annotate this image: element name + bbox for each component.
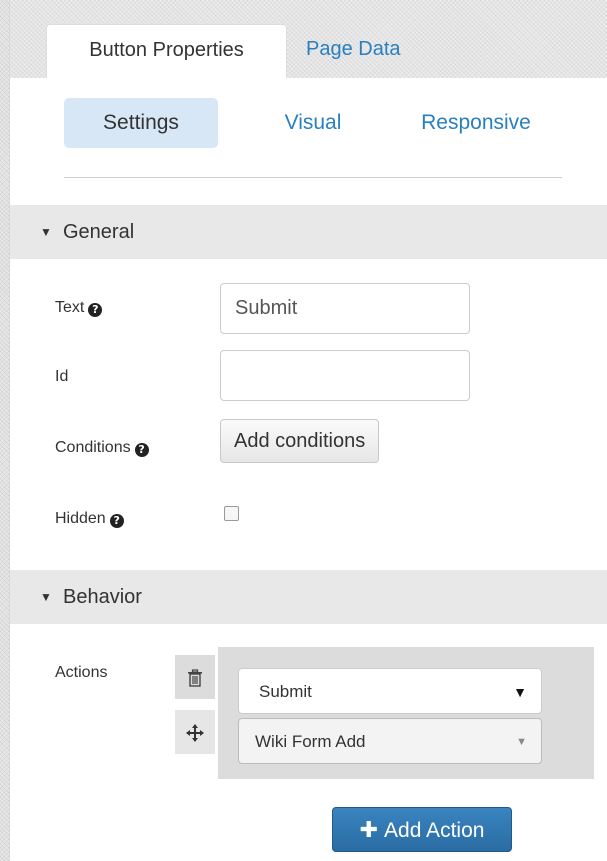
add-action-button[interactable]: ✚ Add Action	[332, 807, 512, 852]
conditions-label: Conditions	[55, 439, 131, 456]
subtab-divider	[64, 177, 562, 178]
conditions-field-label: Conditions?	[55, 439, 149, 457]
top-tab-bar: Button Properties Page Data	[10, 0, 607, 78]
text-label: Text	[55, 299, 85, 316]
subtab-visual[interactable]: Visual	[258, 98, 368, 148]
caret-down-icon: ▼	[40, 225, 52, 239]
add-action-label: Add Action	[384, 819, 485, 842]
hidden-checkbox[interactable]	[224, 506, 239, 521]
tab-button-properties[interactable]: Button Properties	[46, 24, 287, 78]
subtab-settings[interactable]: Settings	[64, 98, 218, 148]
action-type-value: Submit	[259, 682, 312, 701]
trash-icon[interactable]	[175, 655, 215, 699]
behavior-section-title: Behavior	[63, 586, 142, 608]
question-circle-icon[interactable]: ?	[134, 443, 149, 457]
action-target-value: Wiki Form Add	[255, 732, 366, 751]
move-icon[interactable]	[175, 710, 215, 754]
action-type-select[interactable]: Submit ▼	[238, 668, 542, 714]
dropdown-arrow-icon: ▼	[513, 684, 527, 700]
behavior-section-header[interactable]: ▼ Behavior	[10, 570, 607, 624]
dropdown-arrow-icon: ▼	[516, 736, 527, 748]
plus-icon: ✚	[359, 817, 379, 842]
add-conditions-button[interactable]: Add conditions	[220, 419, 380, 463]
hidden-label: Hidden	[55, 510, 106, 527]
id-input[interactable]	[220, 350, 470, 401]
text-field-label: Text?	[55, 299, 103, 317]
tab-page-data[interactable]: Page Data	[306, 24, 401, 78]
general-section-title: General	[63, 221, 135, 243]
id-label: Id	[55, 368, 69, 385]
properties-panel: Button Properties Page Data Settings Vis…	[9, 0, 607, 861]
text-input[interactable]	[220, 283, 470, 334]
general-section-header[interactable]: ▼ General	[10, 205, 607, 259]
question-circle-icon[interactable]: ?	[88, 303, 103, 317]
action-target-select[interactable]: Wiki Form Add ▼	[238, 718, 542, 764]
subtab-responsive[interactable]: Responsive	[396, 98, 556, 148]
question-circle-icon[interactable]: ?	[109, 514, 124, 528]
hidden-field-label: Hidden?	[55, 510, 124, 528]
caret-down-icon: ▼	[40, 590, 52, 604]
actions-label: Actions	[55, 664, 108, 681]
